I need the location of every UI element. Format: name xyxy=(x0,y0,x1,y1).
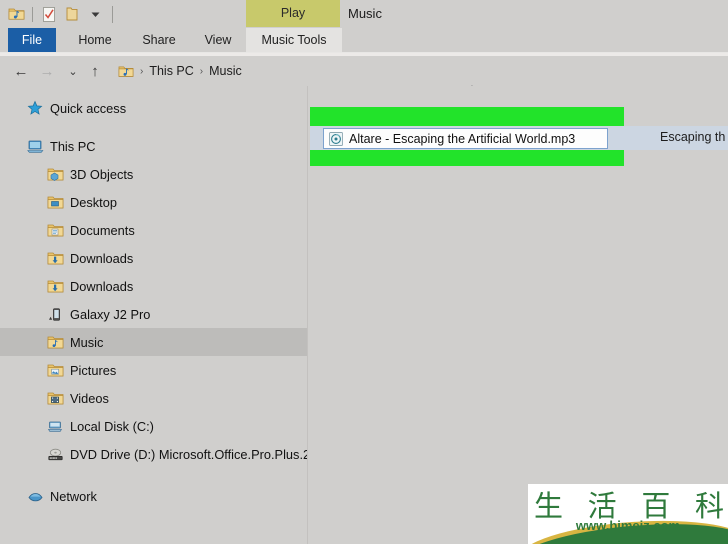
sidebar-item-label: Videos xyxy=(70,390,109,406)
sidebar-item-network[interactable]: Network xyxy=(0,482,307,510)
sidebar-item-downloads[interactable]: Downloads xyxy=(0,244,307,272)
watermark: 生 活 百 科 www.bimeiz.com xyxy=(528,484,728,544)
sidebar-item-label: Local Disk (C:) xyxy=(70,418,154,434)
phone-icon xyxy=(45,304,65,324)
ribbon-tab-row: File Home Share View Music Tools xyxy=(0,28,728,53)
downloads-folder-icon xyxy=(45,248,65,268)
chevron-down-icon[interactable] xyxy=(85,4,105,24)
sidebar-item-quick-access[interactable]: Quick access xyxy=(0,94,307,122)
dvd-drive-icon xyxy=(45,444,65,464)
address-toolbar: ← → ⌄ ↑ › This PC › Music xyxy=(0,57,728,85)
sidebar-item-pictures[interactable]: Pictures xyxy=(0,356,307,384)
tab-music-tools[interactable]: Music Tools xyxy=(246,28,342,53)
sidebar-item-label: Pictures xyxy=(70,362,117,378)
downloads-folder-icon xyxy=(45,276,65,296)
3d-objects-folder-icon xyxy=(45,164,65,184)
recent-locations-button[interactable]: ⌄ xyxy=(62,60,84,82)
sidebar-item-label: Downloads xyxy=(70,278,134,294)
properties-icon[interactable] xyxy=(39,4,59,24)
mp3-file-icon xyxy=(327,130,345,148)
sidebar-item-label: Downloads xyxy=(70,250,134,266)
sidebar-item-label: Galaxy J2 Pro xyxy=(70,306,151,322)
window-title: Music xyxy=(348,6,382,21)
watermark-url: www.bimeiz.com xyxy=(575,518,681,533)
tab-share[interactable]: Share xyxy=(134,28,184,53)
quick-access-toolbar xyxy=(6,2,113,26)
sidebar-item-dvd-drive-d[interactable]: DVD Drive (D:) Microsoft.Office.Pro.Plus… xyxy=(0,440,317,468)
contextual-tab-label: Play xyxy=(280,6,306,20)
music-folder-icon xyxy=(118,64,134,79)
sidebar-item-documents[interactable]: Documents xyxy=(0,216,307,244)
desktop-folder-icon xyxy=(45,192,65,212)
sidebar-item-3d-objects[interactable]: 3D Objects xyxy=(0,160,307,188)
computer-icon xyxy=(25,136,45,156)
breadcrumb-separator[interactable]: › xyxy=(138,66,145,77)
network-icon xyxy=(25,486,45,506)
new-folder-icon[interactable] xyxy=(62,4,82,24)
sidebar-item-label: DVD Drive (D:) Microsoft.Office.Pro.Plus… xyxy=(70,446,318,462)
toolbar-end-separator xyxy=(112,5,113,23)
tab-home[interactable]: Home xyxy=(70,28,120,53)
file-list-pane: Escaping th Altare - Escaping the Artifi… xyxy=(308,86,728,544)
sidebar-item-label: This PC xyxy=(50,138,96,154)
sidebar-item-label: Music xyxy=(70,334,104,350)
sidebar-item-label: 3D Objects xyxy=(70,166,134,182)
pictures-folder-icon xyxy=(45,360,65,380)
hard-drive-icon xyxy=(45,416,65,436)
music-folder-icon xyxy=(45,332,65,352)
tab-file[interactable]: File xyxy=(8,28,56,53)
sidebar-item-galaxy-j2-pro[interactable]: Galaxy J2 Pro xyxy=(0,300,307,328)
ribbon-body xyxy=(0,53,728,56)
up-button[interactable]: ↑ xyxy=(84,60,106,82)
title-bar: Play Music xyxy=(0,0,728,28)
breadcrumb-music[interactable]: Music xyxy=(209,64,242,78)
navigation-pane: Quick access This PC 3D Objects Desktop … xyxy=(0,86,317,544)
sidebar-item-desktop[interactable]: Desktop xyxy=(0,188,307,216)
back-button[interactable]: ← xyxy=(10,60,32,82)
sidebar-item-label: Documents xyxy=(70,222,135,238)
sidebar-item-music[interactable]: Music xyxy=(0,328,307,356)
sidebar-item-label: Quick access xyxy=(50,100,127,116)
star-icon xyxy=(25,98,45,118)
sidebar-item-videos[interactable]: Videos xyxy=(0,384,307,412)
sidebar-item-label: Desktop xyxy=(70,194,117,210)
tab-view[interactable]: View xyxy=(196,28,240,53)
breadcrumb-this-pc[interactable]: This PC xyxy=(149,64,193,78)
forward-button[interactable]: → xyxy=(36,60,58,82)
file-name-text: Altare - Escaping the Artificial World.m… xyxy=(349,131,576,146)
contextual-tab-play[interactable]: Play xyxy=(246,0,340,27)
sidebar-item-this-pc[interactable]: This PC xyxy=(0,132,307,160)
sidebar-item-label: Network xyxy=(50,488,97,504)
toolbar-separator xyxy=(32,6,33,22)
sidebar-item-downloads-2[interactable]: Downloads xyxy=(0,272,307,300)
file-name-rename-field[interactable]: Altare - Escaping the Artificial World.m… xyxy=(323,128,608,149)
file-explorer-window: Play Music File Home Share View Music To… xyxy=(0,0,728,544)
documents-folder-icon xyxy=(45,220,65,240)
cell-title: Escaping th xyxy=(660,130,726,144)
music-folder-icon[interactable] xyxy=(6,4,26,24)
breadcrumb-separator[interactable]: › xyxy=(198,66,205,77)
videos-folder-icon xyxy=(45,388,65,408)
address-bar[interactable]: › This PC › Music xyxy=(110,60,710,82)
sidebar-item-local-disk-c[interactable]: Local Disk (C:) xyxy=(0,412,307,440)
